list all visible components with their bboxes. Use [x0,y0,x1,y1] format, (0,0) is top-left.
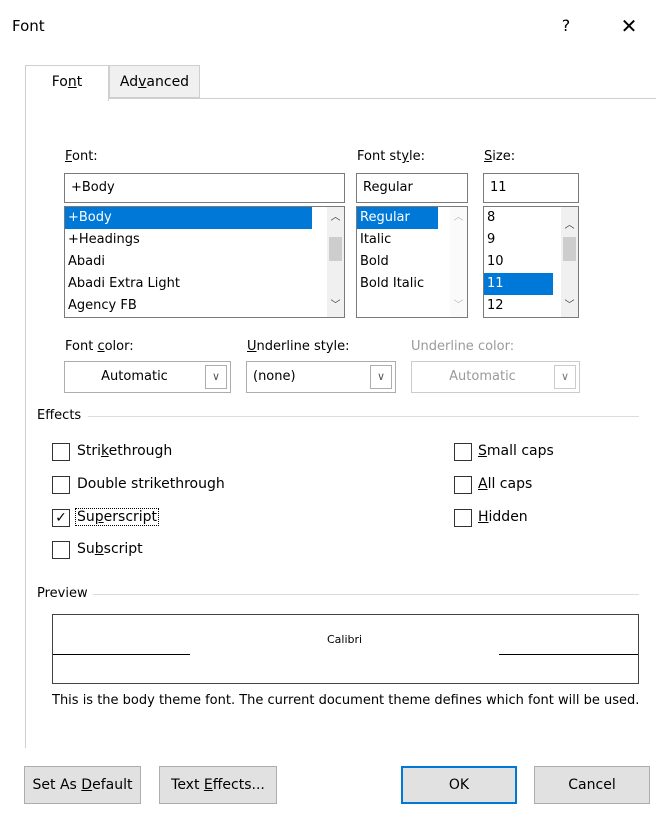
size-list-item[interactable]: 11 [484,273,553,295]
underline-color-label: Underline color: [411,339,515,354]
help-icon: ? [561,16,571,35]
ok-button[interactable]: OK [401,766,517,804]
subscript-label: Subscript [77,541,143,557]
preview-sample-text: Calibri [327,633,363,646]
preview-baseline-right [499,654,638,655]
font-label: Font: [65,149,98,164]
font-style-label: Font style: [357,149,426,164]
font-style-list[interactable]: Regular Italic Bold Bold Italic ︿ ﹀ [356,206,468,318]
small-caps-label: Small caps [478,443,554,459]
tab-font[interactable]: Font [25,65,109,101]
hidden-checkbox[interactable] [454,509,472,527]
close-icon: ✕ [620,14,638,38]
chevron-down-icon[interactable]: ∨ [370,365,392,389]
scroll-down-icon[interactable]: ﹀ [561,297,578,315]
underline-style-dropdown[interactable]: (none) ∨ [246,361,396,393]
superscript-checkbox[interactable]: ✓ [52,509,70,527]
help-button[interactable]: ? [553,13,579,39]
font-input[interactable]: +Body [64,173,345,203]
font-list-item[interactable]: Agency FB [65,295,344,317]
dialog-title: Font [12,17,45,35]
font-list-item[interactable]: Abadi Extra Light [65,273,344,295]
cancel-button[interactable]: Cancel [534,766,650,804]
preview-box [52,614,639,684]
double-strikethrough-label: Double strikethrough [77,476,225,492]
font-list-item[interactable]: Abadi [65,251,344,273]
text-effects-button[interactable]: Text Effects... [159,766,277,804]
small-caps-checkbox[interactable] [454,443,472,461]
strikethrough-checkbox[interactable] [52,443,70,461]
all-caps-label: All caps [478,476,533,492]
scroll-thumb[interactable] [329,237,342,261]
font-list[interactable]: +Body +Headings Abadi Abadi Extra Light … [64,206,345,318]
hidden-label: Hidden [478,509,528,525]
font-style-list-scrollbar[interactable]: ︿ ﹀ [450,207,467,317]
size-list-scrollbar[interactable]: ︿ ﹀ [561,207,578,317]
preview-baseline-left [53,654,190,655]
preview-divider [93,594,639,595]
preview-description: This is the body theme font. The current… [52,693,640,708]
chevron-down-icon: ∨ [554,365,576,389]
effects-divider [88,416,639,417]
scroll-down-icon[interactable]: ﹀ [450,297,467,315]
size-list[interactable]: 8 9 10 11 12 ︿ ﹀ [483,206,579,318]
preview-heading: Preview [37,586,88,601]
font-color-dropdown[interactable]: Automatic ∨ [64,361,231,393]
close-button[interactable]: ✕ [614,12,644,42]
size-input[interactable]: 11 [483,173,579,203]
double-strikethrough-checkbox[interactable] [52,476,70,494]
size-label: Size: [484,149,516,164]
font-style-input[interactable]: Regular [356,173,468,203]
font-color-label: Font color: [65,339,134,354]
set-as-default-button[interactable]: Set As Default [24,766,141,804]
scroll-thumb[interactable] [563,237,576,261]
font-list-item[interactable]: +Body [65,207,312,229]
font-list-item[interactable]: +Headings [65,229,344,251]
tab-advanced[interactable]: Advanced [109,65,200,98]
scroll-up-icon[interactable]: ︿ [450,209,467,227]
subscript-checkbox[interactable] [52,541,70,559]
effects-heading: Effects [37,408,82,423]
checkmark-icon: ✓ [55,510,67,526]
all-caps-checkbox[interactable] [454,476,472,494]
strikethrough-label: Strikethrough [77,443,173,459]
scroll-up-icon[interactable]: ︿ [561,217,578,235]
superscript-label: Superscript [75,508,160,526]
chevron-down-icon[interactable]: ∨ [205,365,227,389]
scroll-down-icon[interactable]: ﹀ [327,297,344,315]
underline-color-dropdown: Automatic ∨ [411,361,580,393]
scroll-up-icon[interactable]: ︿ [327,209,344,227]
underline-style-label: Underline style: [247,339,350,354]
font-style-list-item[interactable]: Regular [357,207,438,229]
font-list-scrollbar[interactable]: ︿ ﹀ [327,207,344,317]
